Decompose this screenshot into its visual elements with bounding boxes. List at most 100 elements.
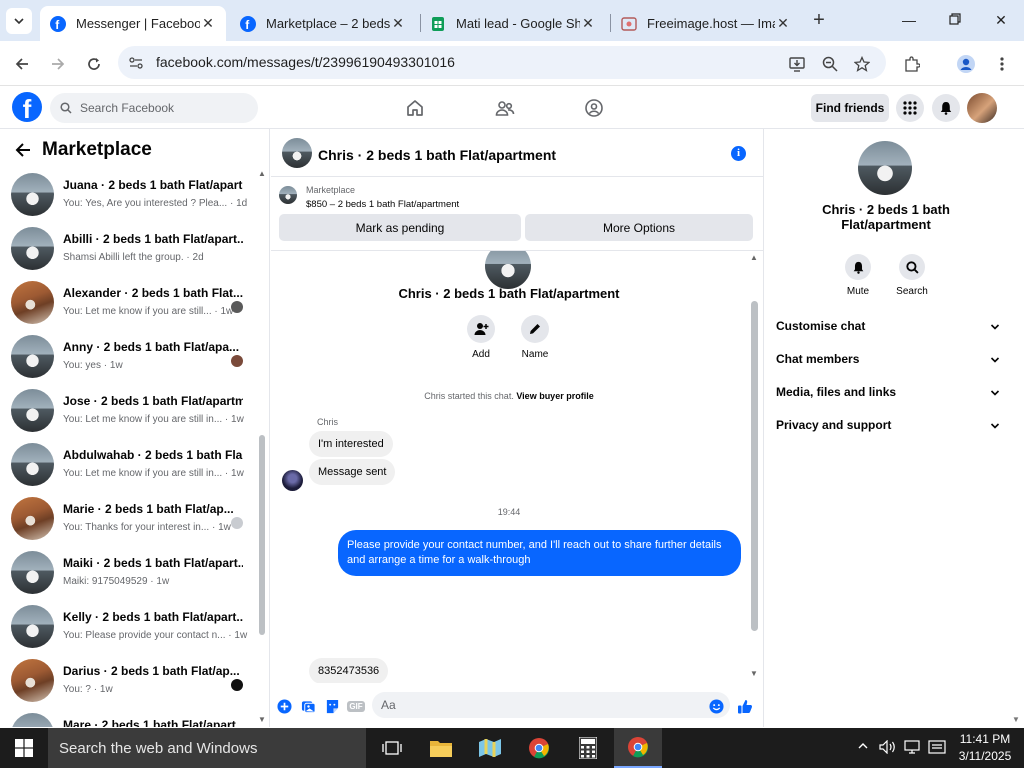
sticker-button[interactable] — [324, 698, 340, 714]
site-info-icon[interactable] — [126, 53, 146, 73]
arrow-left-icon[interactable] — [14, 141, 32, 159]
tab-search-button[interactable] — [6, 8, 32, 34]
message-input[interactable] — [372, 692, 730, 718]
privacy-support-section[interactable]: Privacy and support — [776, 418, 1000, 438]
sender-avatar[interactable] — [282, 470, 303, 491]
tab-google-sheets[interactable]: Mati lead - Google She ✕ — [420, 6, 606, 41]
close-tab-icon[interactable]: ✕ — [775, 15, 791, 32]
scroll-down-arrow[interactable]: ▼ — [750, 669, 758, 678]
conversation-item[interactable]: Abdulwahab · 2 beds 1 bath Fla... You: Le… — [0, 443, 256, 497]
zoom-button[interactable] — [818, 52, 842, 76]
tab-marketplace[interactable]: f Marketplace – 2 beds 1 ✕ — [230, 6, 416, 41]
minimize-button[interactable]: — — [894, 8, 924, 32]
conversation-item[interactable]: Jose · 2 beds 1 bath Flat/apartm... You: … — [0, 389, 256, 443]
close-tab-icon[interactable]: ✕ — [200, 15, 216, 32]
calculator-app[interactable] — [564, 728, 612, 768]
profile-avatar[interactable] — [967, 93, 997, 123]
profile-button[interactable] — [954, 52, 978, 76]
browser-menu-button[interactable] — [990, 52, 1014, 76]
media-files-links-section[interactable]: Media, files and links — [776, 385, 1000, 405]
conversation-item[interactable]: Abilli · 2 beds 1 bath Flat/apart... Sham… — [0, 227, 256, 281]
scroll-down-arrow[interactable]: ▼ — [1012, 715, 1020, 724]
star-icon — [854, 56, 870, 72]
bookmark-button[interactable] — [850, 52, 874, 76]
more-options-button[interactable]: More Options — [525, 214, 753, 241]
network-button[interactable] — [904, 740, 922, 757]
scroll-down-arrow[interactable]: ▼ — [258, 715, 266, 724]
file-explorer-app[interactable] — [417, 728, 465, 768]
conversation-item[interactable]: Alexander · 2 beds 1 bath Flat... You: Le… — [0, 281, 256, 335]
edit-name-action[interactable]: Name — [515, 315, 555, 360]
conversation-item[interactable]: Anny · 2 beds 1 bath Flat/apa... You: yes… — [0, 335, 256, 389]
nav-groups[interactable] — [582, 96, 606, 120]
back-button[interactable] — [10, 52, 34, 76]
restore-button[interactable] — [940, 8, 970, 32]
attach-media-button[interactable] — [300, 698, 316, 714]
start-button[interactable] — [0, 728, 48, 768]
incoming-message[interactable]: 8352473536 — [309, 658, 389, 683]
action-center-button[interactable] — [928, 740, 946, 757]
scrollbar-thumb[interactable] — [751, 301, 758, 631]
nav-home[interactable] — [403, 96, 427, 120]
conversation-item[interactable]: Marie · 2 beds 1 bath Flat/ap... You: Tha… — [0, 497, 256, 551]
search-input[interactable] — [80, 101, 240, 115]
task-view-button[interactable] — [368, 728, 416, 768]
facebook-search[interactable] — [50, 93, 258, 123]
conversation-item[interactable]: Darius · 2 beds 1 bath Flat/ap... You: ? … — [0, 659, 256, 713]
conversation-item[interactable]: Mare · 2 beds 1 bath Flat/apart... — [0, 713, 256, 727]
listing-price-title[interactable]: $850 – 2 beds 1 bath Flat/apartment — [306, 199, 459, 210]
maps-app[interactable] — [466, 728, 514, 768]
forward-button[interactable] — [46, 52, 70, 76]
tab-messenger[interactable]: f Messenger | Facebook ✕ — [40, 6, 226, 41]
close-tab-icon[interactable]: ✕ — [580, 15, 596, 32]
reload-button[interactable] — [82, 52, 106, 76]
listing-thumbnail[interactable] — [279, 186, 297, 204]
taskbar-search-input[interactable] — [59, 738, 359, 758]
chat-header-name[interactable]: Chris · 2 beds 1 bath Flat/apartment — [318, 147, 556, 163]
tab-freeimage[interactable]: Freeimage.host — Ima ✕ — [611, 6, 801, 41]
volume-button[interactable] — [879, 739, 897, 757]
extensions-button[interactable] — [900, 52, 924, 76]
info-icon[interactable]: i — [731, 146, 746, 161]
show-hidden-icons[interactable] — [857, 740, 869, 755]
scroll-up-arrow[interactable]: ▲ — [750, 253, 758, 262]
chrome-app-active[interactable] — [614, 728, 662, 768]
taskbar-clock[interactable]: 11:41 PM 3/11/2025 — [952, 731, 1018, 765]
gif-button[interactable]: GIF — [347, 698, 365, 714]
outgoing-message[interactable]: Please provide your contact number, and … — [338, 530, 741, 576]
conversation-scrollbar[interactable]: ▲ ▼ — [258, 169, 266, 725]
close-tab-icon[interactable]: ✕ — [390, 15, 406, 32]
view-buyer-profile-link[interactable]: View buyer profile — [516, 391, 593, 401]
emoji-button[interactable] — [708, 698, 724, 714]
chat-avatar[interactable] — [282, 138, 312, 168]
chrome-app[interactable] — [515, 728, 563, 768]
address-bar[interactable] — [118, 46, 886, 79]
conversation-item[interactable]: Kelly · 2 beds 1 bath Flat/apart... You: … — [0, 605, 256, 659]
notifications-button[interactable] — [932, 94, 960, 122]
incoming-message[interactable]: I'm interested — [309, 431, 393, 457]
mute-action[interactable]: Mute — [838, 254, 878, 297]
conversation-item[interactable]: Maiki · 2 beds 1 bath Flat/apart... Maiki… — [0, 551, 256, 605]
scroll-up-arrow[interactable]: ▲ — [258, 169, 266, 178]
chat-members-section[interactable]: Chat members — [776, 352, 1000, 372]
incoming-message[interactable]: Message sent — [309, 459, 396, 485]
close-window-button[interactable]: ✕ — [986, 8, 1016, 32]
nav-friends[interactable] — [493, 96, 517, 120]
url-field[interactable] — [156, 52, 736, 72]
more-actions-button[interactable] — [276, 698, 292, 714]
mark-as-pending-button[interactable]: Mark as pending — [279, 214, 521, 241]
search-action[interactable]: Search — [892, 254, 932, 297]
customise-chat-section[interactable]: Customise chat — [776, 319, 1000, 339]
install-app-button[interactable] — [785, 52, 809, 76]
add-people-action[interactable]: Add — [461, 315, 501, 360]
like-button[interactable] — [737, 698, 753, 714]
details-avatar[interactable] — [858, 141, 912, 195]
menu-button[interactable] — [896, 94, 924, 122]
new-tab-button[interactable]: + — [808, 10, 830, 32]
facebook-logo[interactable]: f — [12, 92, 42, 122]
scrollbar-thumb[interactable] — [259, 435, 265, 635]
taskbar-search[interactable] — [48, 728, 366, 768]
find-friends-button[interactable]: Find friends — [811, 94, 889, 122]
conversation-item[interactable]: Juana · 2 beds 1 bath Flat/apart... You: … — [0, 173, 256, 227]
chat-scrollbar[interactable]: ▲ ▼ — [749, 251, 759, 681]
